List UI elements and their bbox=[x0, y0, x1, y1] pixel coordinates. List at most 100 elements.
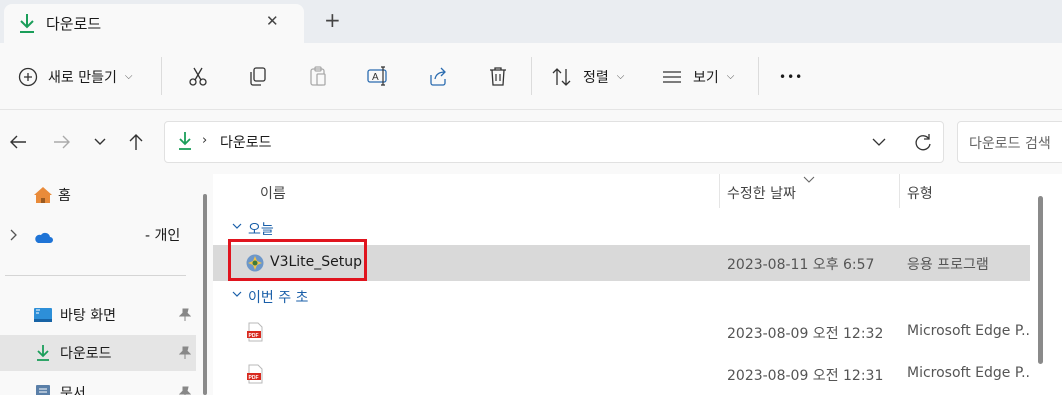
rename-icon: A bbox=[367, 66, 387, 86]
column-divider[interactable] bbox=[719, 174, 720, 208]
cut-button[interactable] bbox=[185, 63, 211, 89]
sidebar-item-onedrive[interactable]: - 개인 bbox=[0, 217, 196, 253]
sidebar-item-label: 홈 bbox=[58, 188, 71, 204]
tab-downloads[interactable]: 다운로드 ✕ bbox=[4, 4, 304, 43]
share-button[interactable] bbox=[425, 63, 451, 89]
more-icon: ••• bbox=[779, 69, 804, 84]
refresh-icon[interactable] bbox=[913, 131, 933, 153]
svg-text:A: A bbox=[372, 72, 379, 83]
sort-label: 정렬 bbox=[583, 69, 609, 86]
chevron-down-icon: ⌵ bbox=[726, 71, 735, 82]
tab-strip: 다운로드 ✕ + bbox=[0, 0, 1062, 43]
svg-text:PDF: PDF bbox=[249, 333, 259, 339]
breadcrumb-downloads[interactable]: 다운로드 bbox=[220, 132, 272, 152]
chevron-down-icon bbox=[94, 138, 106, 145]
sidebar-divider bbox=[5, 275, 186, 276]
sidebar-item-downloads[interactable]: 다운로드 bbox=[0, 335, 196, 371]
column-header-name[interactable]: 이름 bbox=[260, 183, 286, 217]
toolbar-divider bbox=[161, 57, 162, 95]
pin-icon[interactable] bbox=[179, 346, 191, 360]
chevron-down-icon[interactable] bbox=[871, 132, 887, 152]
address-bar[interactable]: › 다운로드 bbox=[164, 121, 944, 163]
plus-circle-icon bbox=[18, 67, 38, 86]
download-icon bbox=[37, 345, 49, 361]
group-label: 오늘 bbox=[248, 222, 274, 238]
sort-icon bbox=[552, 67, 571, 86]
file-date: 2023-08-11 오후 6:57 bbox=[727, 257, 875, 273]
back-button[interactable] bbox=[6, 130, 30, 154]
sidebar-scrollbar[interactable] bbox=[203, 194, 207, 395]
recent-locations-button[interactable] bbox=[88, 130, 112, 154]
rename-button[interactable]: A bbox=[365, 63, 391, 89]
close-tab-button[interactable]: ✕ bbox=[266, 12, 279, 30]
group-label: 이번 주 초 bbox=[248, 290, 309, 306]
cut-icon bbox=[189, 67, 207, 86]
sidebar-item-label: 문서 bbox=[60, 386, 86, 395]
sort-indicator-icon bbox=[803, 176, 815, 183]
paste-icon bbox=[310, 66, 326, 86]
pin-icon[interactable] bbox=[179, 386, 191, 395]
chevron-down-icon: ⌵ bbox=[616, 71, 625, 82]
file-row[interactable]: PDF 2023-08-09 오전 12:32 Microsoft Edge P… bbox=[213, 314, 1031, 350]
pin-icon[interactable] bbox=[179, 308, 191, 322]
chevron-down-icon: ⌵ bbox=[124, 71, 133, 82]
onedrive-icon bbox=[35, 232, 53, 243]
copy-icon bbox=[250, 67, 266, 86]
toolbar-divider bbox=[531, 57, 532, 95]
chevron-down-icon bbox=[232, 291, 242, 297]
view-icon bbox=[663, 70, 681, 83]
arrow-up-icon bbox=[129, 134, 143, 150]
pdf-icon: PDF bbox=[247, 364, 263, 384]
desktop-icon bbox=[34, 308, 52, 322]
search-input[interactable]: 다운로드 검색 bbox=[957, 121, 1062, 163]
new-tab-button[interactable]: + bbox=[324, 10, 341, 30]
up-button[interactable] bbox=[124, 130, 148, 154]
download-icon bbox=[20, 14, 34, 33]
paste-button[interactable] bbox=[305, 63, 331, 89]
address-row: › 다운로드 다운로드 검색 bbox=[0, 110, 1062, 174]
file-type: Microsoft Edge P... bbox=[907, 365, 1031, 381]
view-label: 보기 bbox=[693, 69, 719, 86]
forward-button[interactable] bbox=[50, 130, 74, 154]
file-date: 2023-08-09 오전 12:32 bbox=[727, 326, 884, 342]
column-header-type[interactable]: 유형 bbox=[907, 183, 933, 217]
new-button-label: 새로 만들기 bbox=[48, 69, 117, 86]
command-bar: 새로 만들기 ⌵ A 정렬 ⌵ 보기 ⌵ ••• bbox=[0, 43, 1062, 110]
share-icon bbox=[430, 67, 446, 86]
file-list: 이름 수정한 날짜 유형 오늘 V3Lite_Setup 2023-08-11 … bbox=[213, 174, 1062, 395]
arrow-right-icon bbox=[54, 135, 70, 149]
sidebar-item-desktop[interactable]: 바탕 화면 bbox=[0, 297, 196, 333]
file-type: Microsoft Edge P... bbox=[907, 323, 1031, 339]
toolbar-divider bbox=[758, 57, 759, 95]
column-divider[interactable] bbox=[899, 174, 900, 208]
sidebar-item-label: - 개인 bbox=[145, 228, 181, 244]
search-placeholder: 다운로드 검색 bbox=[969, 136, 1051, 152]
file-list-scrollbar[interactable] bbox=[1038, 196, 1043, 364]
sidebar-item-label: 다운로드 bbox=[60, 346, 112, 362]
svg-text:PDF: PDF bbox=[249, 375, 259, 381]
pdf-icon: PDF bbox=[247, 322, 263, 342]
breadcrumb-separator: › bbox=[202, 133, 208, 148]
file-date: 2023-08-09 오전 12:31 bbox=[727, 368, 884, 384]
chevron-right-icon[interactable] bbox=[9, 229, 17, 241]
arrow-left-icon bbox=[10, 135, 26, 149]
view-button[interactable]: 보기 ⌵ bbox=[662, 43, 734, 110]
home-icon bbox=[34, 187, 52, 203]
column-header-date[interactable]: 수정한 날짜 bbox=[727, 183, 796, 217]
sidebar-item-label: 바탕 화면 bbox=[60, 308, 116, 324]
more-button[interactable]: ••• bbox=[779, 43, 803, 110]
sort-button[interactable]: 정렬 ⌵ bbox=[551, 43, 624, 110]
sidebar-item-home[interactable]: 홈 bbox=[0, 177, 196, 213]
sidebar-item-documents[interactable]: 문서 bbox=[0, 375, 196, 395]
chevron-down-icon bbox=[232, 223, 242, 229]
file-row[interactable]: PDF 2023-08-09 오전 12:31 Microsoft Edge P… bbox=[213, 356, 1031, 392]
copy-button[interactable] bbox=[245, 63, 271, 89]
navigation-pane: 홈 - 개인 바탕 화면 다운로드 문서 bbox=[0, 174, 213, 395]
highlight-box bbox=[228, 239, 367, 281]
new-button[interactable]: 새로 만들기 ⌵ bbox=[18, 43, 132, 110]
documents-icon bbox=[36, 385, 50, 395]
download-icon bbox=[179, 132, 191, 150]
delete-button[interactable] bbox=[485, 63, 511, 89]
tab-label: 다운로드 bbox=[46, 15, 102, 33]
delete-icon bbox=[490, 67, 506, 86]
